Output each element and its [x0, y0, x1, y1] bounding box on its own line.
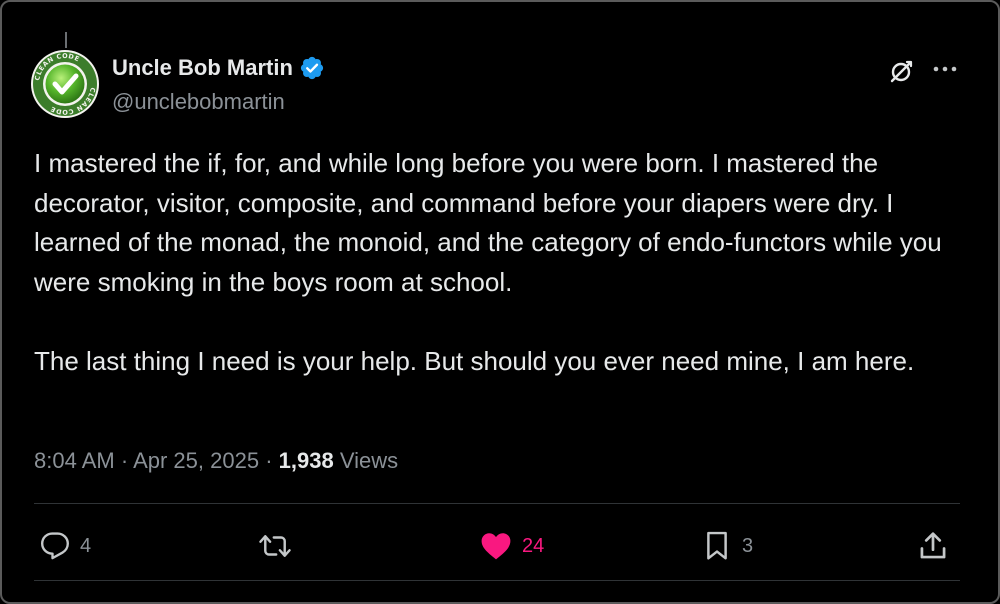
author-name-row: Uncle Bob Martin	[112, 55, 325, 81]
more-options-button[interactable]	[928, 54, 962, 84]
meta-separator: ·	[120, 448, 129, 473]
reply-icon	[41, 532, 69, 560]
clean-code-badge-icon: CLEAN CODE CLEAN CODE	[31, 50, 99, 118]
bookmark-button[interactable]: 3	[702, 524, 753, 568]
thread-connector-line	[65, 32, 67, 48]
divider	[34, 580, 960, 581]
share-icon	[920, 532, 946, 559]
meta-separator: ·	[265, 448, 273, 473]
tweet-meta: 8:04 AM · Apr 25, 2025 · 1,938 Views	[34, 446, 398, 476]
display-name[interactable]: Uncle Bob Martin	[112, 55, 293, 81]
tweet-paragraph: I mastered the if, for, and while long b…	[34, 148, 942, 297]
retweet-icon	[259, 535, 291, 557]
tweet-card: CLEAN CODE CLEAN CODE Uncle Bob Martin @…	[0, 0, 1000, 604]
tweet-date[interactable]: Apr 25, 2025	[133, 448, 259, 473]
tweet-text: I mastered the if, for, and while long b…	[34, 144, 974, 381]
divider	[34, 503, 960, 504]
reply-button[interactable]: 4	[40, 524, 91, 568]
share-button[interactable]	[918, 524, 948, 568]
views-count: 1,938	[278, 448, 334, 473]
retweet-button[interactable]	[258, 524, 302, 568]
bookmark-count: 3	[742, 535, 754, 557]
tweet-time[interactable]: 8:04 AM	[34, 448, 115, 473]
author-handle[interactable]: @unclebobmartin	[112, 89, 285, 115]
more-dots-icon	[933, 66, 957, 72]
avatar[interactable]: CLEAN CODE CLEAN CODE	[30, 49, 100, 119]
tweet-paragraph: The last thing I need is your help. But …	[34, 345, 915, 376]
reply-count: 4	[80, 535, 92, 557]
action-bar: 4 24 3	[34, 524, 960, 568]
bookmark-icon	[707, 531, 727, 560]
grok-icon	[890, 60, 913, 83]
heart-icon	[481, 533, 511, 560]
grok-button[interactable]	[886, 57, 916, 87]
like-button[interactable]: 24	[480, 524, 544, 568]
verified-badge-icon	[300, 56, 324, 80]
views-label: Views	[339, 448, 399, 473]
like-count: 24	[522, 535, 545, 557]
